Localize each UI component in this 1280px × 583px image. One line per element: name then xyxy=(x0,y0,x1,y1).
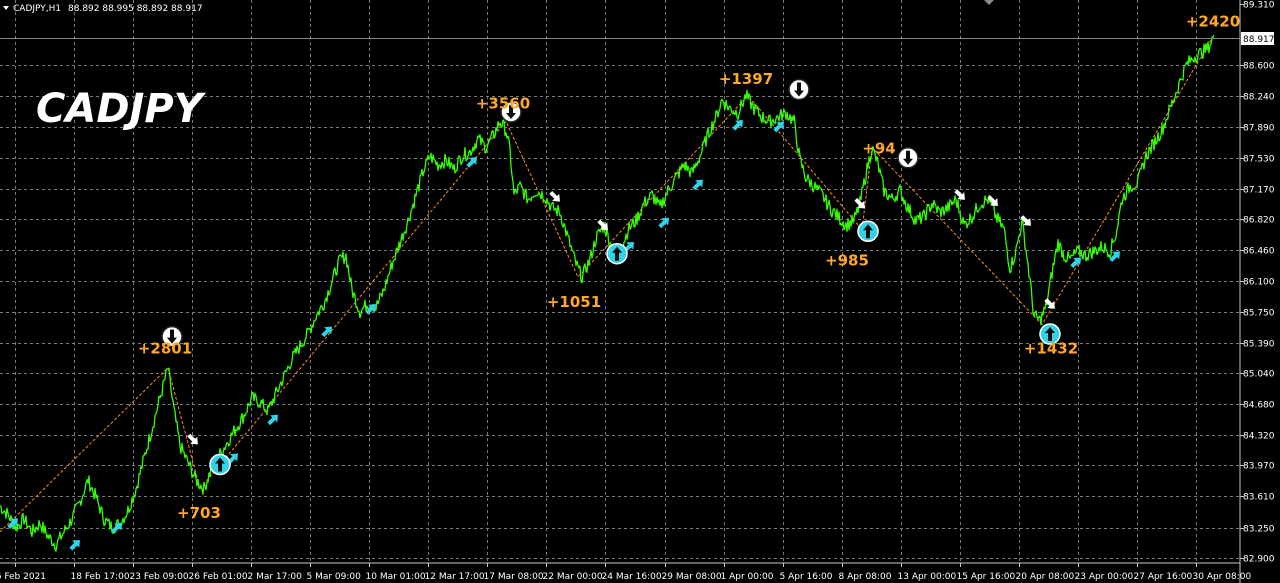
x-tick-label: 18 Feb 17:00 xyxy=(71,572,130,582)
profit-annotation: +2420 xyxy=(1186,12,1240,30)
symbol-title-overlay: CADJPY xyxy=(36,86,207,132)
x-tick-label: 12 Mar 17:00 xyxy=(425,572,485,582)
y-tick-label: 83.610 xyxy=(1243,493,1275,503)
buy-signal-circle-icon xyxy=(209,453,231,476)
y-tick-label: 87.170 xyxy=(1243,186,1275,196)
y-tick-label: 82.900 xyxy=(1243,555,1275,565)
profit-annotation: +1397 xyxy=(719,70,773,88)
sell-signal-circle-icon xyxy=(788,78,810,101)
price-chart[interactable]: +2801 +703 +3560 +1051 +1397 +985 +94 +1432 +242… xyxy=(0,0,1280,583)
x-tick-label: 17 Mar 08:00 xyxy=(484,572,544,582)
y-tick-label: 83.970 xyxy=(1243,462,1275,472)
x-tick-label: 5 Apr 16:00 xyxy=(780,572,833,582)
buy-signal-circle-icon xyxy=(606,242,628,265)
x-tick-label: 20 Apr 08:00 xyxy=(1016,572,1075,582)
x-tick-label: 13 Apr 00:00 xyxy=(898,572,957,582)
x-tick-label: 16 Feb 2021 xyxy=(0,572,46,582)
y-tick-label: 84.680 xyxy=(1243,401,1275,411)
y-tick-label: 85.390 xyxy=(1243,340,1275,350)
sell-signal-circle-icon xyxy=(897,147,919,169)
x-tick-label: 5 Mar 09:00 xyxy=(307,572,362,582)
profit-annotation: +985 xyxy=(825,252,869,270)
y-tick-label: 87.530 xyxy=(1243,155,1275,165)
y-tick-label: 87.890 xyxy=(1243,124,1275,134)
y-tick-label: 84.320 xyxy=(1243,432,1275,442)
y-tick-label: 89.310 xyxy=(1243,1,1275,11)
y-tick-label: 86.460 xyxy=(1243,247,1275,257)
x-tick-label: 2 Mar 17:00 xyxy=(248,572,303,582)
x-tick-label: 24 Mar 16:00 xyxy=(602,572,662,582)
profit-annotation: +2801 xyxy=(138,340,192,358)
buy-signal-circle-icon xyxy=(857,220,879,242)
y-tick-label: 88.240 xyxy=(1243,93,1275,103)
y-tick-label: 85.040 xyxy=(1243,370,1275,380)
x-tick-label: 23 Feb 09:00 xyxy=(130,572,189,582)
current-price-label: 88.917 xyxy=(1243,35,1275,45)
x-tick-label: 22 Mar 00:00 xyxy=(543,572,603,582)
profit-annotation: +1051 xyxy=(547,293,601,311)
x-tick-label: 8 Apr 08:00 xyxy=(839,572,892,582)
profit-annotation: +94 xyxy=(862,139,895,157)
x-tick-label: 29 Mar 08:00 xyxy=(662,572,722,582)
y-tick-label: 86.820 xyxy=(1243,216,1275,226)
y-tick-label: 83.250 xyxy=(1243,525,1275,535)
y-tick-label: 85.750 xyxy=(1243,309,1275,319)
y-tick-label: 86.100 xyxy=(1243,278,1275,288)
x-tick-label: 23 Apr 00:00 xyxy=(1075,572,1134,582)
x-tick-label: 10 Mar 01:00 xyxy=(366,572,426,582)
y-tick-label: 88.600 xyxy=(1243,62,1275,72)
ohlc-values: 88.892 88.995 88.892 88.917 xyxy=(68,4,203,14)
profit-annotation: +3560 xyxy=(476,94,530,112)
x-tick-label: 26 Feb 01:00 xyxy=(189,572,248,582)
profit-annotation: +703 xyxy=(177,504,221,522)
x-tick-label: 27 Apr 16:00 xyxy=(1134,572,1193,582)
symbol-label: CADJPY,H1 xyxy=(13,4,61,14)
x-tick-label: 15 Apr 16:00 xyxy=(957,572,1016,582)
x-tick-label: 1 Apr 00:00 xyxy=(721,572,774,582)
profit-annotation: +1432 xyxy=(1024,340,1078,358)
x-tick-label: 30 Apr 08:00 xyxy=(1193,572,1252,582)
